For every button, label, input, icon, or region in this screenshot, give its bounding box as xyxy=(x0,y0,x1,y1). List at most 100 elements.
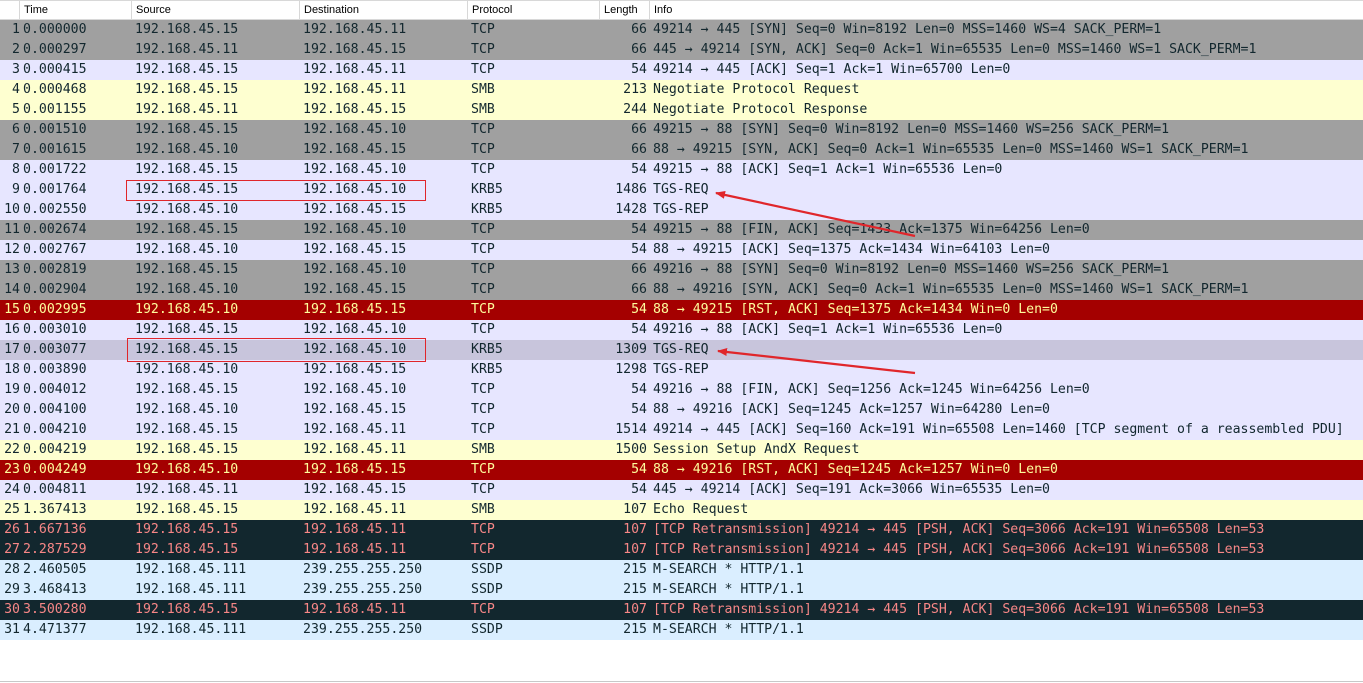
packet-row[interactable]: 30 3.500280 192.168.45.15 192.168.45.11 TCP 1… xyxy=(0,600,1363,620)
packet-info: 88 → 49215 [ACK] Seq=1375 Ack=1434 Win=6… xyxy=(653,242,1050,257)
packet-protocol: SMB xyxy=(471,442,495,457)
column-header-source[interactable]: Source xyxy=(132,1,300,19)
packet-protocol: TCP xyxy=(471,382,495,397)
packet-row[interactable]: 22 0.004219 192.168.45.15 192.168.45.11 SMB 1… xyxy=(0,440,1363,460)
packet-destination: 192.168.45.10 xyxy=(303,382,407,397)
packet-row[interactable]: 13 0.002819 192.168.45.15 192.168.45.10 TCP 6… xyxy=(0,260,1363,280)
packet-time: 0.000000 xyxy=(23,22,87,37)
packet-protocol: TCP xyxy=(471,522,495,537)
packet-source: 192.168.45.111 xyxy=(135,562,247,577)
packet-protocol: TCP xyxy=(471,242,495,257)
packet-protocol: SMB xyxy=(471,502,495,517)
column-header-protocol[interactable]: Protocol xyxy=(468,1,600,19)
packet-time: 0.002995 xyxy=(23,302,87,317)
packet-time: 0.002767 xyxy=(23,242,87,257)
column-header-length[interactable]: Length xyxy=(600,1,650,19)
packet-source: 192.168.45.11 xyxy=(135,102,239,117)
packet-source: 192.168.45.15 xyxy=(135,342,239,357)
packet-length: 66 xyxy=(631,142,647,157)
packet-protocol: TCP xyxy=(471,162,495,177)
packet-row[interactable]: 7 0.001615 192.168.45.10 192.168.45.15 TCP 66… xyxy=(0,140,1363,160)
packet-info: 49216 → 88 [ACK] Seq=1 Ack=1 Win=65536 L… xyxy=(653,322,1003,337)
packet-destination: 192.168.45.15 xyxy=(303,482,407,497)
packet-row[interactable]: 3 0.000415 192.168.45.15 192.168.45.11 TCP 54… xyxy=(0,60,1363,80)
packet-number: 5 xyxy=(12,102,20,117)
packet-number: 19 xyxy=(4,382,20,397)
column-header-no[interactable] xyxy=(0,1,20,19)
packet-row[interactable]: 2 0.000297 192.168.45.11 192.168.45.15 TCP 66… xyxy=(0,40,1363,60)
packet-row[interactable]: 17 0.003077 192.168.45.15 192.168.45.10 KRB5… xyxy=(0,340,1363,360)
packet-row[interactable]: 24 0.004811 192.168.45.11 192.168.45.15 TCP 5… xyxy=(0,480,1363,500)
packet-info: [TCP Retransmission] 49214 → 445 [PSH, A… xyxy=(653,542,1265,557)
packet-row[interactable]: 29 3.468413 192.168.45.111 239.255.255.250 S… xyxy=(0,580,1363,600)
packet-length: 66 xyxy=(631,262,647,277)
packet-number: 22 xyxy=(4,442,20,457)
packet-row[interactable]: 19 0.004012 192.168.45.15 192.168.45.10 TCP 5… xyxy=(0,380,1363,400)
packet-protocol: TCP xyxy=(471,142,495,157)
packet-row[interactable]: 10 0.002550 192.168.45.10 192.168.45.15 KRB5… xyxy=(0,200,1363,220)
packet-info: M-SEARCH * HTTP/1.1 xyxy=(653,562,804,577)
packet-info: 49216 → 88 [SYN] Seq=0 Win=8192 Len=0 MS… xyxy=(653,262,1170,277)
packet-info: 88 → 49215 [RST, ACK] Seq=1375 Ack=1434 … xyxy=(653,302,1058,317)
packet-destination: 192.168.45.15 xyxy=(303,302,407,317)
packet-row[interactable]: 9 0.001764 192.168.45.15 192.168.45.10 KRB5 1… xyxy=(0,180,1363,200)
packet-protocol: KRB5 xyxy=(471,202,503,217)
packet-row[interactable]: 25 1.367413 192.168.45.15 192.168.45.11 SMB 1… xyxy=(0,500,1363,520)
packet-row[interactable]: 5 0.001155 192.168.45.11 192.168.45.15 SMB 24… xyxy=(0,100,1363,120)
column-header-destination[interactable]: Destination xyxy=(300,1,468,19)
packet-row[interactable]: 31 4.471377 192.168.45.111 239.255.255.250 S… xyxy=(0,620,1363,640)
packet-time: 0.004811 xyxy=(23,482,87,497)
packet-number: 28 xyxy=(4,562,20,577)
pane-divider xyxy=(0,681,1363,682)
packet-row[interactable]: 6 0.001510 192.168.45.15 192.168.45.10 TCP 66… xyxy=(0,120,1363,140)
column-header-info[interactable]: Info xyxy=(650,1,1363,19)
packet-row[interactable]: 14 0.002904 192.168.45.10 192.168.45.15 TCP 6… xyxy=(0,280,1363,300)
packet-destination: 192.168.45.10 xyxy=(303,222,407,237)
packet-length: 107 xyxy=(623,522,647,537)
packet-info: 88 → 49216 [ACK] Seq=1245 Ack=1257 Win=6… xyxy=(653,402,1050,417)
packet-number: 3 xyxy=(12,62,20,77)
packet-source: 192.168.45.11 xyxy=(135,42,239,57)
packet-protocol: SMB xyxy=(471,102,495,117)
packet-destination: 192.168.45.11 xyxy=(303,602,407,617)
packet-row[interactable]: 4 0.000468 192.168.45.15 192.168.45.11 SMB 21… xyxy=(0,80,1363,100)
packet-row[interactable]: 28 2.460505 192.168.45.111 239.255.255.250 S… xyxy=(0,560,1363,580)
packet-info: Negotiate Protocol Response xyxy=(653,102,868,117)
packet-number: 4 xyxy=(12,82,20,97)
packet-time: 0.002550 xyxy=(23,202,87,217)
packet-row[interactable]: 21 0.004210 192.168.45.15 192.168.45.11 TCP 1… xyxy=(0,420,1363,440)
packet-source: 192.168.45.111 xyxy=(135,622,247,637)
packet-row[interactable]: 15 0.002995 192.168.45.10 192.168.45.15 TCP 5… xyxy=(0,300,1363,320)
packet-number: 2 xyxy=(12,42,20,57)
packet-row[interactable]: 20 0.004100 192.168.45.10 192.168.45.15 TCP 5… xyxy=(0,400,1363,420)
packet-source: 192.168.45.15 xyxy=(135,162,239,177)
packet-destination: 192.168.45.15 xyxy=(303,242,407,257)
packet-length: 54 xyxy=(631,322,647,337)
packet-protocol: SSDP xyxy=(471,582,503,597)
packet-time: 0.004219 xyxy=(23,442,87,457)
packet-protocol: TCP xyxy=(471,42,495,57)
packet-source: 192.168.45.111 xyxy=(135,582,247,597)
packet-row[interactable]: 23 0.004249 192.168.45.10 192.168.45.15 TCP 5… xyxy=(0,460,1363,480)
packet-info: 49215 → 88 [SYN] Seq=0 Win=8192 Len=0 MS… xyxy=(653,122,1170,137)
packet-length: 244 xyxy=(623,102,647,117)
packet-row[interactable]: 8 0.001722 192.168.45.15 192.168.45.10 TCP 54… xyxy=(0,160,1363,180)
column-header-time[interactable]: Time xyxy=(20,1,132,19)
packet-protocol: SSDP xyxy=(471,622,503,637)
packet-row[interactable]: 16 0.003010 192.168.45.15 192.168.45.10 TCP 5… xyxy=(0,320,1363,340)
packet-row[interactable]: 26 1.667136 192.168.45.15 192.168.45.11 TCP 1… xyxy=(0,520,1363,540)
packet-row[interactable]: 1 0.000000 192.168.45.15 192.168.45.11 TCP 66… xyxy=(0,20,1363,40)
packet-destination: 192.168.45.10 xyxy=(303,122,407,137)
packet-list[interactable]: Time Source Destination Protocol Length … xyxy=(0,0,1363,640)
packet-row[interactable]: 27 2.287529 192.168.45.15 192.168.45.11 TCP 1… xyxy=(0,540,1363,560)
packet-row[interactable]: 11 0.002674 192.168.45.15 192.168.45.10 TCP 5… xyxy=(0,220,1363,240)
packet-protocol: SSDP xyxy=(471,562,503,577)
packet-time: 0.001510 xyxy=(23,122,87,137)
packet-destination: 239.255.255.250 xyxy=(303,562,423,577)
packet-row[interactable]: 12 0.002767 192.168.45.10 192.168.45.15 TCP 5… xyxy=(0,240,1363,260)
packet-row[interactable]: 18 0.003890 192.168.45.10 192.168.45.15 KRB5… xyxy=(0,360,1363,380)
packet-info: 49215 → 88 [FIN, ACK] Seq=1433 Ack=1375 … xyxy=(653,222,1090,237)
packet-time: 0.002904 xyxy=(23,282,87,297)
packet-rows: 1 0.000000 192.168.45.15 192.168.45.11 TCP 66… xyxy=(0,20,1363,640)
packet-info: [TCP Retransmission] 49214 → 445 [PSH, A… xyxy=(653,602,1265,617)
